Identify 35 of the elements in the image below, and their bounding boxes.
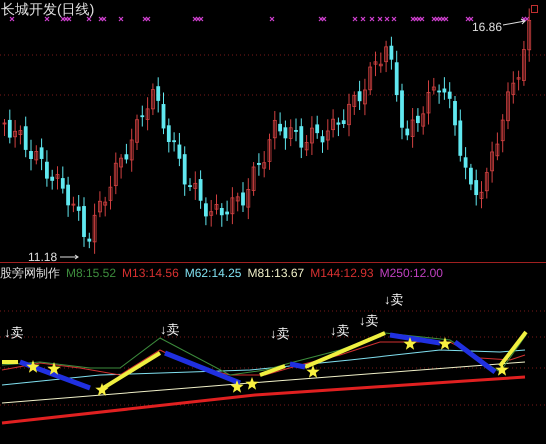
falling-band — [390, 332, 440, 346]
sell-signal-label: ↓卖 — [359, 313, 378, 328]
chart-title: 长城开发(日线) — [1, 1, 94, 17]
falling-band — [19, 360, 91, 390]
sell-signal-label: ↓卖 — [330, 323, 350, 338]
star-icon — [306, 365, 320, 378]
moving-average-readout: M62:14.25 — [184, 266, 242, 280]
high-price-label: 16.86 — [472, 21, 502, 34]
pointer-arrow — [502, 18, 526, 26]
window-square-icon[interactable] — [531, 5, 538, 13]
moving-average-readout: M144:12.93 — [310, 266, 374, 280]
moving-average-readout: M13:14.56 — [122, 266, 179, 280]
indicator-title: 股旁网制作 — [0, 266, 60, 280]
star-icon — [438, 337, 452, 350]
rising-step-bar — [2, 360, 18, 364]
moving-average-readout: M8:15.52 — [66, 266, 116, 280]
star-icon — [403, 337, 417, 350]
low-price-label: 11.18 — [28, 251, 58, 264]
sell-signal-label: ↓卖 — [270, 326, 290, 341]
pointer-arrow — [60, 254, 79, 260]
rising-step-bar — [498, 330, 528, 368]
sell-signal-label: ↓卖 — [160, 322, 180, 337]
star-icon — [95, 383, 109, 396]
falling-band — [290, 362, 306, 370]
moving-average-readout: M81:13.67 — [247, 266, 304, 280]
star-icon — [495, 363, 509, 376]
star-icon — [26, 360, 40, 373]
star-icon — [230, 380, 244, 393]
star-icon — [47, 362, 61, 375]
rising-step-bar — [259, 364, 286, 377]
sell-signal-label: ↓卖 — [384, 292, 404, 307]
star-icon — [245, 377, 259, 390]
sell-signal-label: ↓卖 — [4, 325, 24, 340]
moving-average-readout: M250:12.00 — [380, 266, 443, 280]
falling-band — [454, 340, 496, 374]
